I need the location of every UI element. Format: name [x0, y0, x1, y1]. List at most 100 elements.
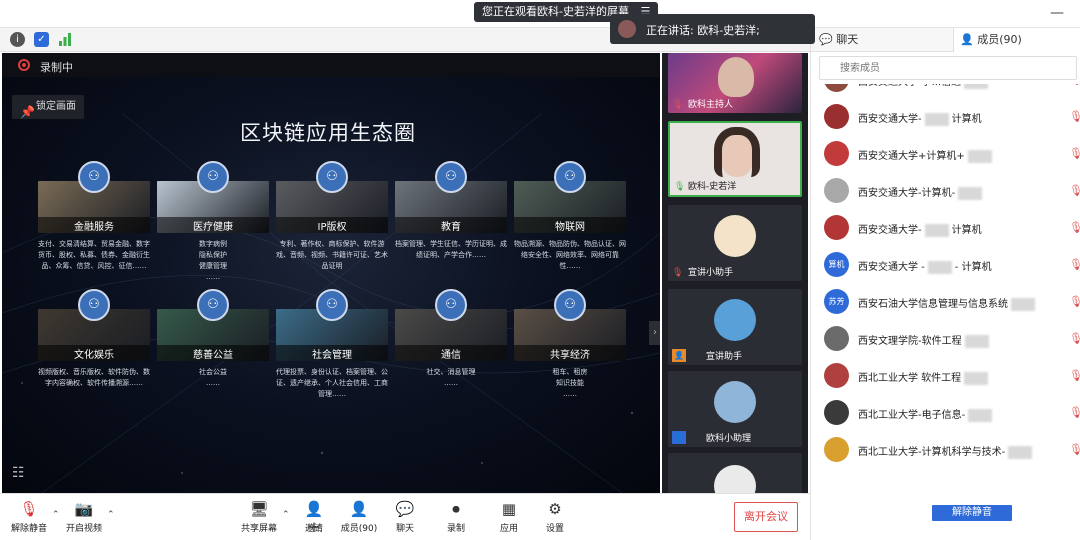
- member-row[interactable]: 苏芳 西安石油大学信息管理与信息系统 🎙: [811, 283, 1080, 320]
- unmute-button[interactable]: 🎙 解除静音: [2, 500, 56, 534]
- invite-label: 邀请: [304, 524, 323, 534]
- member-row[interactable]: 西安交通大学+计算机+ 🎙: [811, 135, 1080, 172]
- people-icon: ⚇: [316, 161, 348, 193]
- card-title: 共享经济: [550, 350, 590, 361]
- card-title: 教育: [441, 222, 461, 233]
- member-row[interactable]: 西北工业大学 软件工程 🎙: [811, 357, 1080, 394]
- tab-chat[interactable]: 💬 聊天: [811, 28, 953, 52]
- card-title: IP版权: [317, 222, 347, 233]
- member-row[interactable]: 西安交通大学- 计算机 🎙: [811, 209, 1080, 246]
- chevron-up-icon[interactable]: ⌃: [107, 510, 115, 520]
- avatar: [824, 141, 849, 166]
- side-panel: 💬 聊天 👤 成员(90) ⌕ 西安交通大学-李...信通🎙西安交通大学-计算机…: [810, 28, 1080, 540]
- signal-icon[interactable]: [58, 32, 72, 47]
- record-button[interactable]: ⏺ 录制: [429, 500, 483, 534]
- avatar: 算机: [824, 252, 849, 277]
- redacted-block: [968, 408, 993, 422]
- member-list: 西安交通大学-李...信通🎙西安交通大学-计算机🎙西安交通大学+计算机+🎙西安交…: [811, 84, 1080, 504]
- share-screen-button[interactable]: 🖥 共享屏幕: [232, 500, 286, 534]
- member-name-text: 西安石油大学信息管理与信息系统: [858, 299, 1008, 310]
- video-tile-active[interactable]: 🎙 欧科-史若洋: [668, 121, 802, 197]
- avatar: [714, 381, 756, 423]
- video-tile[interactable]: 👤 欧科小助理: [668, 371, 802, 447]
- tab-chat-label: 聊天: [836, 33, 859, 46]
- chat-label: 聊天: [395, 524, 414, 534]
- unmute-all-button[interactable]: 解除静音: [932, 505, 1012, 521]
- mic-muted-icon[interactable]: 🎙: [1069, 147, 1080, 160]
- members-icon: 👤: [349, 500, 369, 518]
- people-icon: ⚇: [316, 289, 348, 321]
- member-row[interactable]: 西安交通大学-李...信通 🎙: [811, 84, 1080, 98]
- member-name-suffix: 计算机: [951, 114, 982, 125]
- video-tile[interactable]: [668, 453, 802, 493]
- shield-icon[interactable]: ✓: [34, 32, 49, 47]
- speaking-label: 正在讲话: 欧科-史若洋;: [646, 24, 760, 37]
- collapse-strip-button[interactable]: ›: [649, 321, 660, 345]
- unmute-label: 解除静音: [10, 524, 47, 534]
- mic-muted-icon[interactable]: 🎙: [1069, 406, 1080, 419]
- card-description: 代理投票、身份认证、档案管理、公证、遗产继承、个人社会信用、工商管理……: [276, 368, 388, 398]
- start-video-button[interactable]: 📷 开启视频: [57, 500, 111, 534]
- mic-muted-icon: 🎙: [672, 100, 684, 110]
- viewing-banner-text: 您正在观看欧科-史若洋的屏幕: [482, 5, 629, 18]
- mic-muted-icon[interactable]: 🎙: [1069, 332, 1080, 345]
- settings-button[interactable]: ⚙ 设置: [528, 500, 582, 534]
- list-icon[interactable]: ☷: [12, 465, 25, 481]
- card-description: 租车、租房 知识技能 ……: [552, 368, 588, 398]
- avatar: [714, 299, 756, 341]
- member-row[interactable]: 西北工业大学-电子信息- 🎙: [811, 394, 1080, 431]
- avatar: [824, 326, 849, 351]
- member-name-suffix: - 计算机: [954, 262, 992, 273]
- mic-muted-icon[interactable]: 🎙: [1069, 221, 1080, 234]
- mic-muted-icon[interactable]: 🎙: [1069, 369, 1080, 382]
- mic-muted-icon: 🎙: [19, 500, 39, 518]
- redacted-block: [924, 112, 949, 126]
- video-tile[interactable]: 👤 宣讲助手: [668, 289, 802, 365]
- redacted-block: [967, 149, 992, 163]
- title-bar: 您正在观看欧科-史若洋的屏幕 ☰ —: [0, 0, 1080, 28]
- member-name: 西北工业大学-电子信息-: [858, 406, 995, 422]
- minimize-icon[interactable]: —: [1050, 4, 1064, 22]
- member-row[interactable]: 西安交通大学- 计算机 🎙: [811, 98, 1080, 135]
- member-search-input[interactable]: [819, 56, 1077, 80]
- mic-muted-icon[interactable]: 🎙: [1069, 295, 1080, 308]
- avatar: [824, 104, 849, 129]
- lock-screen-button[interactable]: 📌 锁定画面: [12, 95, 84, 119]
- member-row[interactable]: 西安交通大学-计算机- 🎙: [811, 172, 1080, 209]
- member-name: 西安交通大学-李...信通: [858, 84, 991, 89]
- mic-muted-icon[interactable]: 🎙: [1069, 258, 1080, 271]
- member-name-text: 西北工业大学 软件工程: [858, 373, 962, 384]
- info-icon[interactable]: i: [10, 32, 25, 47]
- avatar: [824, 437, 849, 462]
- shared-screen[interactable]: 录制中 📌 锁定画面 区块链应用生态圈 ⚇ 金融服务 支付、交易清结算、贸易金融、数…: [2, 53, 660, 493]
- avatar: [824, 178, 849, 203]
- record-icon: [18, 59, 30, 71]
- card-title: 文化娱乐: [74, 350, 114, 361]
- leave-meeting-button[interactable]: 离开会议: [734, 502, 798, 532]
- tab-members[interactable]: 👤 成员(90): [953, 28, 1080, 52]
- video-tile[interactable]: 🎙 宣讲小助手: [668, 205, 802, 281]
- slide-title: 区块链应用生态圈: [240, 121, 416, 145]
- card-title: 物联网: [555, 222, 585, 233]
- mic-muted-icon[interactable]: 🎙: [1069, 110, 1080, 123]
- avatar: [714, 215, 756, 257]
- video-tile[interactable]: 🎙 欧科主持人: [668, 53, 802, 113]
- member-name-text: 西安交通大学-: [858, 225, 922, 236]
- video-tile-name: 欧科-史若洋: [688, 182, 737, 192]
- share-screen-icon: 🖥: [249, 500, 269, 518]
- tab-members-label: 成员(90): [977, 33, 1022, 46]
- card-title: 金融服务: [74, 222, 114, 233]
- chat-button[interactable]: 💬 聊天: [378, 500, 432, 534]
- mic-muted-icon[interactable]: 🎙: [1069, 84, 1080, 86]
- members-label: 成员(90): [340, 524, 378, 534]
- member-name: 西安交通大学- 计算机: [858, 221, 982, 237]
- member-row[interactable]: 西安文理学院-软件工程 🎙: [811, 320, 1080, 357]
- avatar: [824, 215, 849, 240]
- mic-muted-icon[interactable]: 🎙: [1069, 184, 1080, 197]
- people-icon: ⚇: [435, 161, 467, 193]
- member-row[interactable]: 算机 西安交通大学 - - 计算机 🎙: [811, 246, 1080, 283]
- mic-muted-icon[interactable]: 🎙: [1069, 443, 1080, 456]
- recording-label: 录制中: [40, 61, 73, 74]
- member-row[interactable]: 西北工业大学-计算机科学与技术- 🎙: [811, 431, 1080, 468]
- member-name: 西北工业大学-计算机科学与技术-: [858, 443, 1035, 459]
